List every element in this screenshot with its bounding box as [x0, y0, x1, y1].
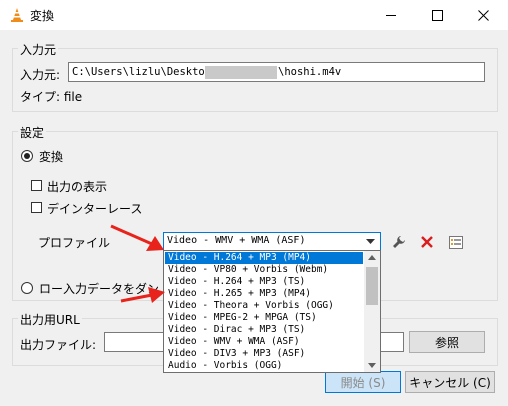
settings-group-label: 設定 — [18, 124, 47, 141]
scroll-thumb[interactable] — [366, 267, 378, 305]
profile-label: プロファイル — [38, 236, 111, 250]
source-path-end: \hoshi.m4v — [278, 66, 342, 78]
wrench-icon — [393, 236, 405, 248]
maximize-icon — [431, 9, 443, 21]
profile-dropdown-list: Video - H.264 + MP3 (MP4) Video - VP80 +… — [163, 250, 381, 373]
source-path-field[interactable]: C:\Users\lizlu\Desktop\ \hoshi.m4v — [68, 62, 485, 82]
profile-option[interactable]: Video - H.264 + MP3 (MP4) — [165, 252, 363, 264]
profile-option[interactable]: Video - WMV + WMA (ASF) — [165, 336, 363, 348]
cancel-button[interactable]: キャンセル (C) — [405, 371, 495, 393]
scroll-up-icon — [368, 255, 376, 260]
dump-raw-label: ロー入力データをダン — [39, 282, 160, 296]
profile-option[interactable]: Video - VP80 + Vorbis (Webm) — [165, 264, 363, 276]
profile-option[interactable]: Video - H.264 + MP3 (TS) — [165, 276, 363, 288]
dropdown-scrollbar[interactable] — [364, 251, 380, 372]
vlc-cone-icon — [9, 7, 25, 23]
destination-file-label: 出力ファイル: — [20, 338, 97, 352]
cancel-label: キャンセル (C) — [409, 375, 491, 390]
source-path-start: C:\Users\lizlu\Desktop\ — [72, 66, 218, 78]
window-title: 変換 — [30, 9, 55, 23]
profile-list-icon — [449, 235, 463, 249]
new-profile-button[interactable] — [445, 232, 467, 252]
browse-label: 参照 — [434, 335, 459, 350]
edit-profile-button[interactable] — [388, 232, 410, 252]
chevron-down-icon — [366, 239, 375, 244]
delete-x-icon — [421, 236, 433, 248]
source-group-label: 入力元 — [18, 41, 59, 58]
maximize-button[interactable] — [414, 0, 460, 30]
profile-option[interactable]: Audio - Vorbis (OGG) — [165, 360, 363, 372]
profile-option[interactable]: Video - H.265 + MP3 (MP4) — [165, 288, 363, 300]
show-output-checkbox[interactable] — [31, 180, 42, 191]
source-label: 入力元: — [20, 68, 61, 82]
browse-button[interactable]: 参照 — [409, 331, 485, 353]
source-type: タイプ: file — [20, 90, 83, 104]
minimize-button[interactable] — [368, 0, 414, 30]
convert-label: 変換 — [39, 150, 64, 164]
profile-option[interactable]: Video - DIV3 + MP3 (ASF) — [165, 348, 363, 360]
profile-selected: Video - WMV + WMA (ASF) — [167, 235, 306, 246]
profile-option[interactable]: Video - MPEG-2 + MPGA (TS) — [165, 312, 363, 324]
show-output-label: 出力の表示 — [47, 180, 108, 194]
redacted-folder — [205, 66, 277, 79]
profile-option[interactable]: Video - Theora + Vorbis (OGG) — [165, 300, 363, 312]
dump-raw-radio[interactable] — [21, 282, 33, 294]
scroll-down-icon — [368, 363, 376, 368]
start-button[interactable]: 開始 (S) — [325, 371, 401, 393]
destination-group-label: 出力用URL — [18, 311, 82, 328]
minimize-icon — [386, 14, 396, 16]
start-label: 開始 (S) — [340, 375, 386, 390]
deinterlace-label: デインターレース — [47, 202, 143, 216]
profile-select[interactable]: Video - WMV + WMA (ASF) — [163, 232, 381, 251]
convert-radio[interactable] — [21, 150, 33, 162]
close-icon — [477, 9, 489, 21]
profile-option[interactable]: Video - Dirac + MP3 (TS) — [165, 324, 363, 336]
close-button[interactable] — [460, 0, 506, 30]
deinterlace-checkbox[interactable] — [31, 202, 42, 213]
delete-profile-button[interactable] — [416, 232, 438, 252]
